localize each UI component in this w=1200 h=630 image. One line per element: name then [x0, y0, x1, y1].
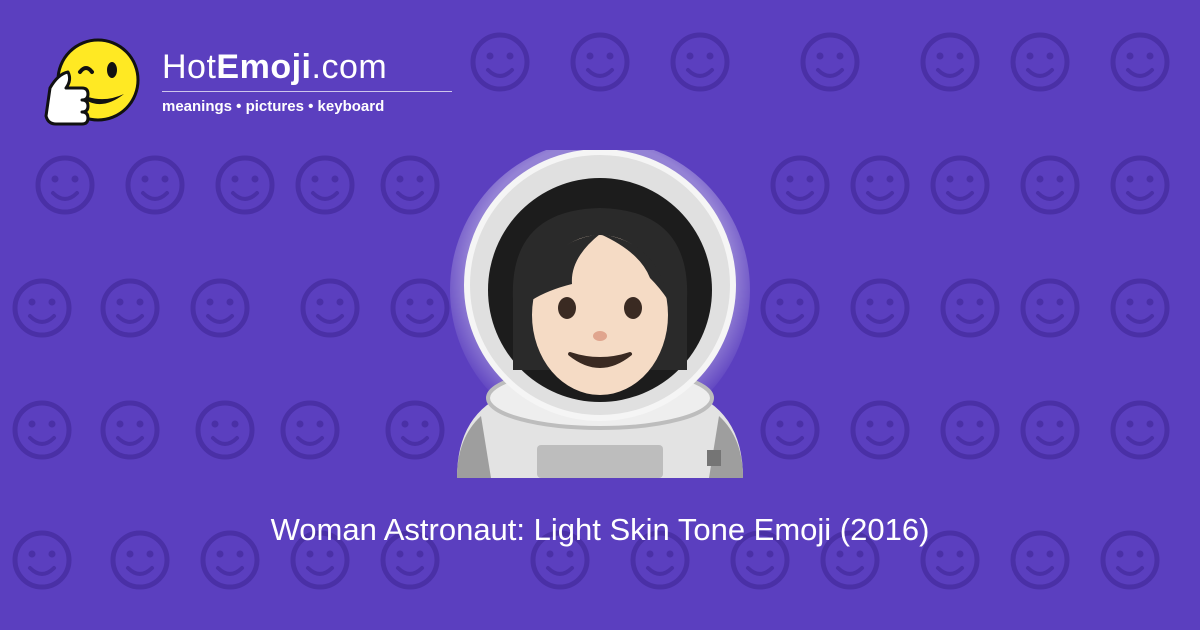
heart-icon	[280, 400, 340, 460]
emoji-title: Woman Astronaut: Light Skin Tone Emoji (…	[270, 512, 930, 547]
raising-hands-icon	[930, 155, 990, 215]
weary-face-icon	[100, 400, 160, 460]
winking-face-icon	[800, 32, 860, 92]
tongue-wink-face-icon	[1020, 278, 1080, 338]
broken-heart-icon	[760, 278, 820, 338]
beaming-face-icon	[570, 32, 630, 92]
kissing-face-icon	[670, 32, 730, 92]
brand-name-suffix: .com	[311, 48, 388, 86]
relieved-face-icon	[125, 155, 185, 215]
grinning-face-icon	[100, 278, 160, 338]
ok-hand-icon	[35, 155, 95, 215]
winking-thumbs-up-smiley-icon	[44, 38, 140, 126]
brand-tagline: meanings • pictures • keyboard	[162, 98, 385, 115]
sleeping-face-icon	[1110, 155, 1170, 215]
monkey-icon	[385, 400, 445, 460]
screaming-face-icon	[760, 400, 820, 460]
left-arrow-icon	[1020, 400, 1080, 460]
eyes-icon	[215, 155, 275, 215]
striped-heart-icon	[390, 278, 450, 338]
confused-face-icon	[850, 278, 910, 338]
sparkles-icon	[190, 278, 250, 338]
grinning-face-icon	[300, 278, 360, 338]
frowning-face-icon	[1110, 278, 1170, 338]
smirking-face-icon	[295, 155, 355, 215]
brand-name-prefix: Hot	[162, 48, 217, 86]
brand-divider	[162, 91, 452, 92]
recycle-icon	[850, 155, 910, 215]
brand-name: HotEmoji.com	[162, 48, 387, 87]
smiling-devil-icon	[850, 400, 910, 460]
fire-icon	[1110, 400, 1170, 460]
smiling-face-icon	[470, 32, 530, 92]
smiley-icon	[1010, 32, 1070, 92]
grimacing-face-icon	[770, 155, 830, 215]
musical-notes-icon	[1020, 155, 1080, 215]
share-card: HotEmoji.com meanings • pictures • keybo…	[0, 0, 1200, 630]
sad-face-icon	[12, 278, 72, 338]
smiling-hearts-face-icon	[195, 400, 255, 460]
brand-name-bold: Emoji	[216, 48, 312, 86]
striped-heart-icon	[940, 278, 1000, 338]
woman-astronaut-light-skin-tone-icon	[450, 150, 750, 478]
persevering-face-icon	[1110, 32, 1170, 92]
two-hearts-icon	[920, 32, 980, 92]
site-logo[interactable]: HotEmoji.com meanings • pictures • keybo…	[40, 36, 470, 136]
relieved-face-icon	[380, 155, 440, 215]
heart-arrow-icon	[12, 400, 72, 460]
angry-face-icon	[940, 400, 1000, 460]
